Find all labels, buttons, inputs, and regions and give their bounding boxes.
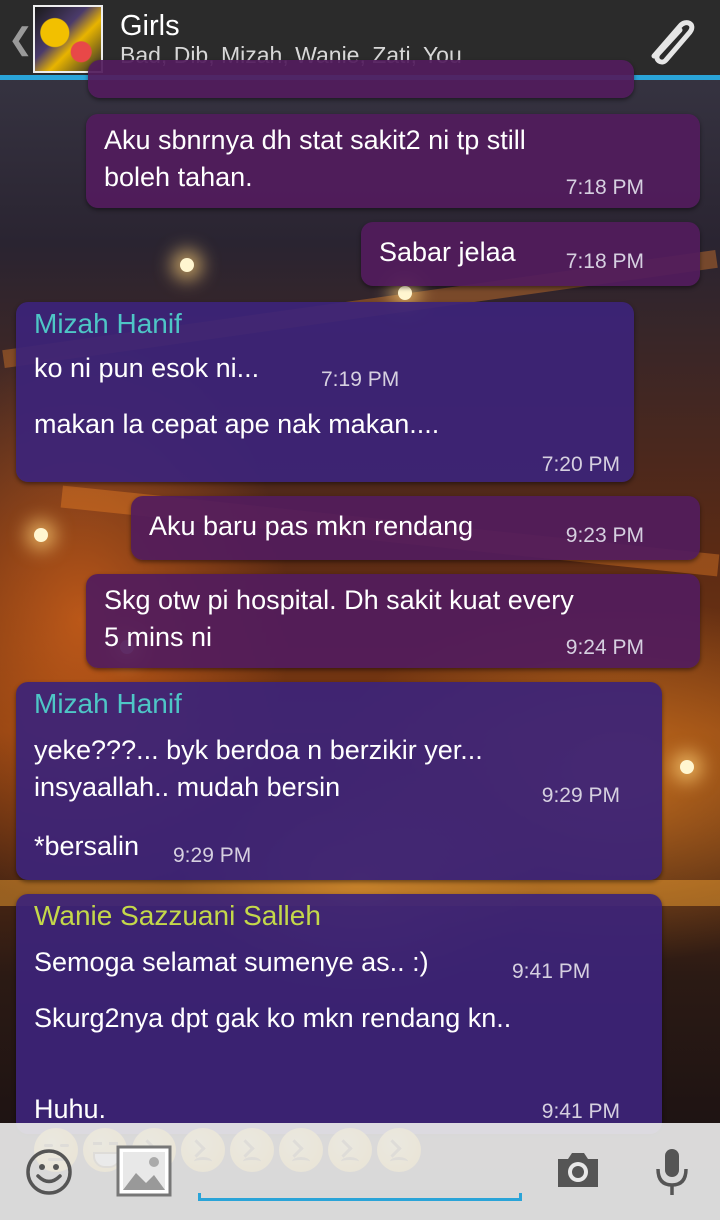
sender-name: Mizah Hanif — [34, 688, 182, 719]
street-light — [180, 258, 194, 272]
group-title[interactable]: Girls — [120, 10, 180, 43]
message-text: Huhu. — [34, 1094, 107, 1124]
message-text: Skurg2nya dpt gak ko mkn rendang kn.. — [34, 1003, 512, 1033]
message-text: Aku sbnrnya dh stat sakit2 ni tp still b… — [104, 125, 526, 192]
message-time: 9:29 PM — [541, 784, 620, 807]
message-input[interactable] — [198, 1193, 522, 1201]
microphone-icon[interactable] — [652, 1147, 692, 1199]
message-bubble-incoming[interactable]: Wanie Sazzuani Salleh Semoga selamat sum… — [16, 894, 662, 1172]
message-text: Aku baru pas mkn rendang — [149, 511, 474, 541]
street-light — [680, 760, 694, 774]
message-text: *bersalin — [34, 831, 140, 861]
composer-bar — [0, 1123, 720, 1220]
message-bubble-outgoing[interactable]: Aku baru pas mkn rendang 9:23 PM — [131, 496, 700, 560]
message-bubble-outgoing[interactable]: Sabar jelaa 7:18 PM — [361, 222, 700, 286]
message-text: ko ni pun esok ni... — [34, 353, 260, 383]
message-bubble-incoming[interactable]: Mizah Hanif ko ni pun esok ni... 7:19 PM… — [16, 302, 634, 482]
message-bubble-incoming[interactable]: Mizah Hanif yeke???... byk berdoa n berz… — [16, 682, 662, 880]
message-time: 7:18 PM — [565, 250, 644, 273]
message-bubble-partial[interactable] — [88, 60, 634, 98]
sender-name: Mizah Hanif — [34, 308, 182, 339]
message-text: yeke???... byk berdoa n berzikir yer... … — [34, 735, 483, 802]
message-text: Skg otw pi hospital. Dh sakit kuat every… — [104, 585, 574, 652]
message-time: 9:41 PM — [512, 960, 591, 983]
chevron-left-icon[interactable]: ❮ — [8, 22, 33, 57]
street-light — [398, 286, 412, 300]
message-time: 7:20 PM — [541, 453, 620, 476]
message-time: 9:29 PM — [173, 844, 252, 867]
image-icon[interactable] — [116, 1145, 172, 1197]
sender-name: Wanie Sazzuani Salleh — [34, 900, 321, 931]
message-text: makan la cepat ape nak makan.... — [34, 409, 440, 439]
message-text: Sabar jelaa — [379, 237, 516, 267]
paperclip-icon[interactable] — [640, 12, 700, 68]
street-light — [34, 528, 48, 542]
message-text: Semoga selamat sumenye as.. :) — [34, 947, 429, 977]
message-time: 9:24 PM — [565, 636, 644, 659]
message-time: 9:23 PM — [565, 524, 644, 547]
message-time: 7:19 PM — [321, 368, 400, 391]
camera-icon[interactable] — [554, 1149, 602, 1191]
message-time: 9:41 PM — [541, 1100, 620, 1123]
message-time: 7:18 PM — [565, 176, 644, 199]
message-bubble-outgoing[interactable]: Aku sbnrnya dh stat sakit2 ni tp still b… — [86, 114, 700, 208]
smiley-icon[interactable] — [24, 1147, 74, 1197]
message-bubble-outgoing[interactable]: Skg otw pi hospital. Dh sakit kuat every… — [86, 574, 700, 668]
